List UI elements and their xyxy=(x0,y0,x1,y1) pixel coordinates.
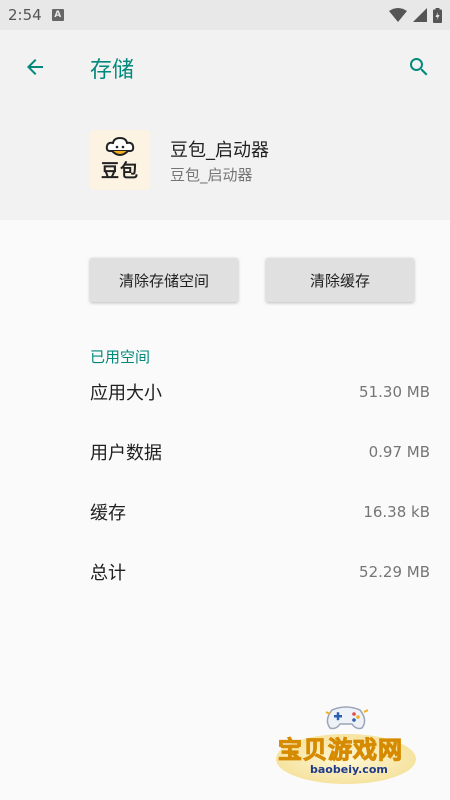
gamepad-icon xyxy=(325,706,368,730)
storage-row: 应用大小 51.30 MB xyxy=(90,362,430,422)
app-icon: 豆包 xyxy=(90,130,150,190)
wifi-icon xyxy=(389,8,407,22)
row-label: 总计 xyxy=(90,563,126,584)
app-names: 豆包_启动器 豆包_启动器 xyxy=(170,136,269,185)
storage-row: 用户数据 0.97 MB xyxy=(90,422,430,482)
app-bar: 存储 xyxy=(0,30,450,102)
row-value: 16.38 kB xyxy=(363,503,430,521)
row-value: 0.97 MB xyxy=(368,443,430,461)
clear-storage-button[interactable]: 清除存储空间 xyxy=(90,258,238,302)
app-header: 存储 豆包 豆包_启动器 豆包_启动器 xyxy=(0,30,450,220)
back-button[interactable] xyxy=(20,52,50,82)
clear-cache-button[interactable]: 清除缓存 xyxy=(266,258,414,302)
signal-icon xyxy=(413,8,427,22)
search-icon xyxy=(410,58,428,76)
watermark-url: baobeiy.com xyxy=(310,763,388,776)
app-info: 豆包 豆包_启动器 豆包_启动器 xyxy=(90,130,269,190)
row-label: 缓存 xyxy=(90,503,126,524)
bun-logo-icon xyxy=(105,137,135,156)
search-button[interactable] xyxy=(404,52,434,82)
battery-icon xyxy=(433,7,442,23)
status-time: 2:54 xyxy=(8,6,42,24)
row-label: 应用大小 xyxy=(90,383,162,404)
app-package: 豆包_启动器 xyxy=(170,165,253,184)
status-bar: 2:54 A xyxy=(0,0,450,30)
row-label: 用户数据 xyxy=(90,443,162,464)
notification-icon: A xyxy=(51,9,64,21)
storage-row: 缓存 16.38 kB xyxy=(90,482,430,542)
page-title: 存储 xyxy=(90,58,135,83)
watermark: 宝贝游戏网 baobeiy.com xyxy=(272,700,422,790)
storage-list: 应用大小 51.30 MB 用户数据 0.97 MB 缓存 16.38 kB 总… xyxy=(90,362,430,602)
app-icon-text: 豆包 xyxy=(101,161,139,182)
status-icons xyxy=(389,7,442,23)
app-name: 豆包_启动器 xyxy=(170,139,269,161)
row-value: 51.30 MB xyxy=(359,383,430,401)
arrow-left-icon xyxy=(27,59,43,75)
action-buttons: 清除存储空间 清除缓存 xyxy=(90,258,414,302)
storage-row: 总计 52.29 MB xyxy=(90,542,430,602)
watermark-text: 宝贝游戏网 xyxy=(278,736,403,765)
row-value: 52.29 MB xyxy=(359,563,430,581)
